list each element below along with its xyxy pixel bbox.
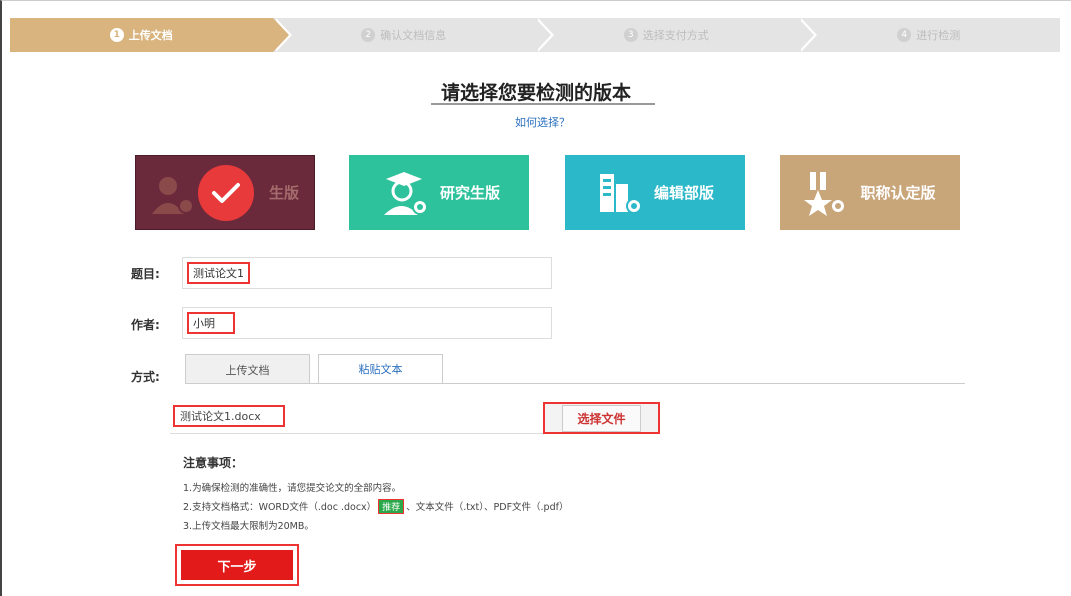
version-card-graduate[interactable]: 研究生版 [349,155,529,230]
building-icon [599,173,642,214]
title-label: 题目: [131,267,160,281]
step-label: 上传文档 [128,29,173,42]
tab-paste-text[interactable]: 粘贴文本 [318,354,443,384]
title-input[interactable]: 测试论文1 [182,257,552,289]
note-line-2: 2.支持文档格式：WORD文件（.doc .docx） 推荐 、文本文件（.txt）… [183,499,568,514]
version-label: 编辑部版 [653,184,714,202]
notes-title: 注意事项： [183,456,244,470]
author-input[interactable]: 小明 [182,307,552,339]
step-number: 3 [623,28,638,42]
step-label: 进行检测 [916,29,961,42]
step-upload: 1 上传文档 [10,18,291,52]
version-card-editorial[interactable]: 编辑部版 [565,155,745,230]
step-confirm: 2 确认文档信息 [272,18,554,52]
step-label: 确认文档信息 [380,29,447,42]
version-label: 研究生版 [439,184,500,202]
step-number: 2 [361,28,376,42]
page-title: 请选择您要检测的版本 [441,82,632,104]
recommended-badge: 推荐 [378,499,405,514]
graduate-icon [383,171,428,215]
step-payment: 3 选择支付方式 [535,18,816,52]
author-value: 小明 [187,312,235,334]
how-to-choose-link[interactable]: 如何选择？ [515,114,570,130]
title-value: 测试论文1 [187,262,250,284]
medal-icon [804,171,847,216]
next-step-button[interactable]: 下一步 [181,550,293,580]
author-label: 作者: [131,318,160,332]
progress-steps: 1 上传文档 2 确认文档信息 3 选择支付方式 4 进行检测 [10,18,1060,52]
choose-file-button[interactable]: 选择文件 [543,402,660,434]
selected-check-icon [198,165,254,221]
title-underline [431,103,655,105]
note-line-2-text-after: 、文本文件（.txt）、PDF文件（.pdf） [406,502,569,513]
next-button-highlight: 下一步 [175,544,299,586]
file-name-field[interactable]: 测试论文1.docx [173,405,285,427]
step-number: 1 [109,28,124,42]
version-card-title-cert[interactable]: 职称认定版 [780,155,960,230]
method-label: 方式: [131,370,160,384]
tab-upload-document[interactable]: 上传文档 [185,354,310,384]
note-line-2-text: 2.支持文档格式：WORD文件（.doc .docx） [183,502,377,513]
note-line-1: 1.为确保检测的准确性，请您提交论文的全部内容。 [183,483,402,494]
student-icon [152,177,194,214]
version-label: 职称认定版 [860,184,936,202]
step-check: 4 进行检测 [797,18,1060,52]
tabs-divider [185,383,965,384]
note-line-3: 3.上传文档最大限制为20MB。 [183,521,314,532]
step-label: 选择支付方式 [642,29,709,42]
version-label: 生版 [268,184,299,202]
step-number: 4 [897,28,912,42]
choose-file-label: 选择文件 [562,404,641,432]
